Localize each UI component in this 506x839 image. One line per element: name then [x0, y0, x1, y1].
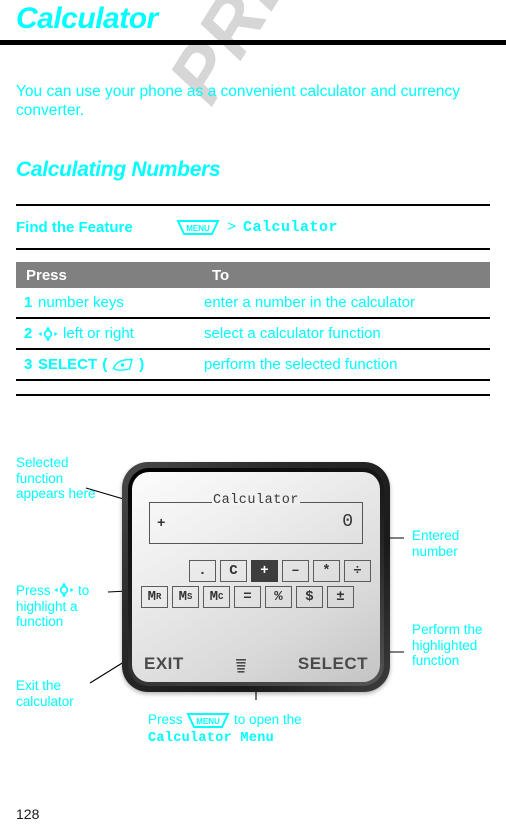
- paren-open: (: [102, 356, 108, 373]
- step-number: 1: [24, 294, 33, 311]
- callout-bottom-mid: to open the: [234, 712, 302, 728]
- key-memory-clear[interactable]: MC: [203, 586, 230, 608]
- phone-screen: Calculator + 0 . C + – * ÷ MR M S M C = …: [132, 472, 380, 682]
- svg-text:MENU: MENU: [197, 717, 221, 726]
- callout-perform-function: Perform the highlighted function: [412, 622, 483, 668]
- table-row: 3 SELECT ( ) perform the selected functi…: [16, 350, 490, 381]
- key-plus[interactable]: +: [251, 560, 278, 582]
- key-divide[interactable]: ÷: [344, 560, 371, 582]
- table-header-row: Press To: [16, 262, 490, 288]
- key-decimal[interactable]: .: [189, 560, 216, 582]
- step-press-label: SELECT: [38, 356, 98, 373]
- phone-illustration: Calculator + 0 . C + – * ÷ MR M S M C = …: [0, 440, 506, 780]
- table-bottom-divider: [16, 394, 490, 396]
- find-feature-label: Find the Feature: [16, 218, 133, 236]
- key-memory-recall[interactable]: MR: [141, 586, 168, 608]
- path-separator: >: [227, 218, 237, 236]
- softkey-select[interactable]: SELECT: [298, 654, 368, 674]
- step-press-cell: left or right: [38, 325, 204, 342]
- find-the-feature-row: Find the Feature MENU > Calculator: [16, 212, 490, 242]
- phone-body: Calculator + 0 . C + – * ÷ MR M S M C = …: [122, 462, 390, 692]
- key-multiply[interactable]: *: [313, 560, 340, 582]
- keypad-row-1: . C + – * ÷: [141, 560, 371, 582]
- step-number: 2: [24, 325, 33, 342]
- page-title: Calculator: [16, 2, 158, 35]
- menu-key-icon: MENU: [186, 712, 230, 729]
- step-to-cell: enter a number in the calculator: [204, 294, 415, 311]
- step-number: 3: [24, 356, 33, 373]
- callout-selected-function: Selected function appears here: [16, 455, 96, 501]
- callout-entered-number: Entered number: [412, 528, 460, 559]
- find-feature-target: Calculator: [243, 218, 339, 236]
- title-divider: [0, 40, 506, 45]
- step-to-cell: select a calculator function: [204, 325, 381, 342]
- intro-paragraph: You can use your phone as a convenient c…: [16, 83, 461, 119]
- key-equals[interactable]: =: [234, 586, 261, 608]
- key-label: M: [147, 589, 156, 605]
- callout-bottom-menu-name: Calculator Menu: [148, 731, 275, 746]
- display-legend: Calculator: [212, 493, 300, 508]
- key-percent[interactable]: %: [265, 586, 292, 608]
- key-superscript: R: [156, 592, 162, 602]
- menu-list-icon[interactable]: [234, 658, 248, 674]
- step-press-cell: SELECT ( ): [38, 356, 204, 373]
- key-label: M: [209, 589, 218, 605]
- key-plus-minus[interactable]: ±: [327, 586, 354, 608]
- key-superscript: S: [187, 592, 193, 602]
- column-header-to: To: [212, 266, 230, 284]
- softkey-bar: EXIT SELECT: [132, 654, 380, 674]
- step-press-cell: number keys: [38, 294, 204, 311]
- key-superscript: C: [218, 592, 224, 602]
- key-minus[interactable]: –: [282, 560, 309, 582]
- nav-key-icon: [54, 582, 74, 598]
- paren-close: ): [139, 356, 145, 373]
- display-value: 0: [342, 512, 353, 532]
- display-operator: +: [157, 516, 166, 532]
- step-press-label: number keys: [38, 294, 124, 311]
- softkey-exit[interactable]: EXIT: [144, 654, 184, 674]
- nav-key-icon: [38, 326, 58, 342]
- key-memory-store[interactable]: MS: [172, 586, 199, 608]
- menu-key-icon: MENU: [176, 219, 220, 236]
- page-number: 128: [16, 806, 40, 822]
- key-label: M: [178, 589, 187, 605]
- find-feature-path: MENU > Calculator: [176, 219, 338, 236]
- calculator-display: Calculator + 0: [149, 493, 363, 544]
- keypad-row-2: MR MS MC = % $ ±: [141, 586, 371, 608]
- callout-press-prefix: Press: [16, 583, 51, 598]
- select-key-icon: [112, 358, 134, 372]
- table-row: 2 left or right select a calculator func…: [16, 319, 490, 350]
- calculator-keypad: . C + – * ÷ MR MS MC = % $ ±: [141, 560, 371, 612]
- callout-exit: Exit the calculator: [16, 678, 74, 709]
- key-clear[interactable]: C: [220, 560, 247, 582]
- key-currency[interactable]: $: [296, 586, 323, 608]
- step-press-label: left or right: [63, 325, 134, 342]
- table-row: 1 number keys enter a number in the calc…: [16, 288, 490, 319]
- find-feature-top-divider: [16, 204, 490, 206]
- section-heading: Calculating Numbers: [16, 158, 221, 181]
- column-header-press: Press: [26, 266, 67, 284]
- callout-menu-instruction: Press MENU to open the Calculator Menu: [148, 712, 388, 747]
- svg-text:MENU: MENU: [186, 224, 210, 233]
- callout-press-to-highlight: Press to highlight a function: [16, 582, 116, 630]
- callout-bottom-prefix: Press: [148, 712, 183, 728]
- steps-table: Press To 1 number keys enter a number in…: [16, 262, 490, 381]
- step-to-cell: perform the selected function: [204, 356, 398, 373]
- find-feature-bottom-divider: [16, 248, 490, 250]
